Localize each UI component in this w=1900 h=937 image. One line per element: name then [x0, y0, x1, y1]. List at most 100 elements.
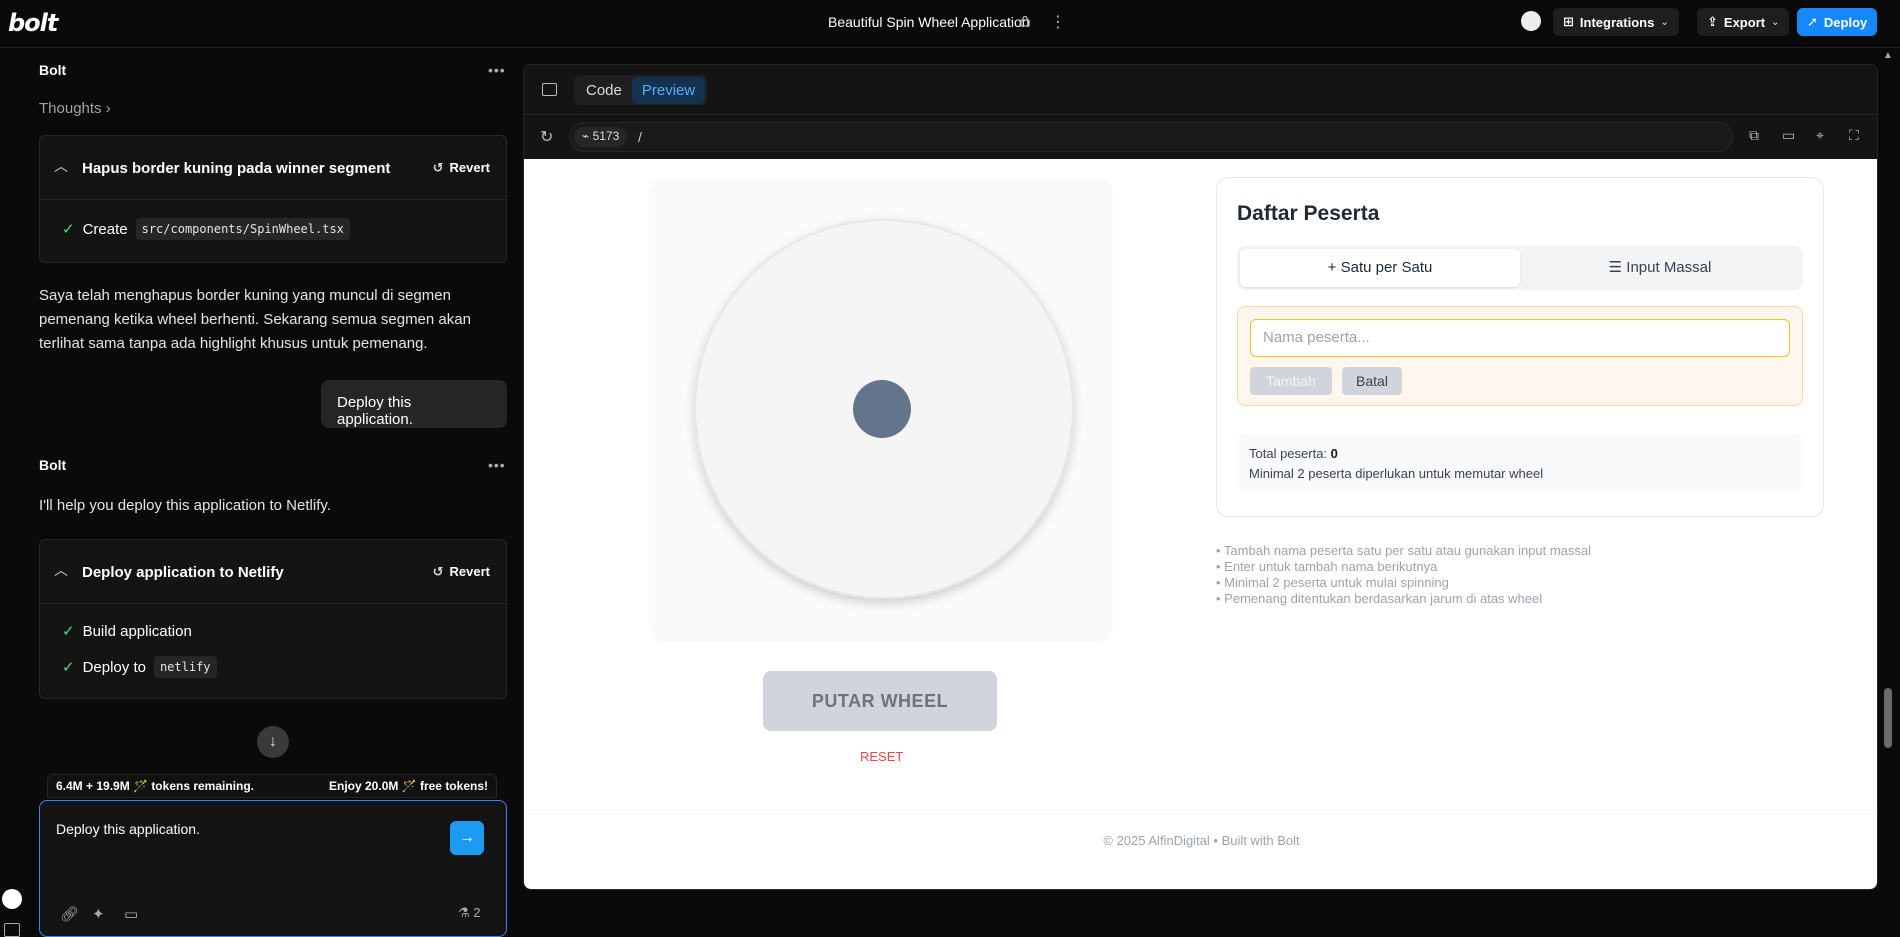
action-card-header[interactable]: ︿ Deploy application to Netlify ↺ Revert — [40, 540, 506, 604]
tip-item: • Tambah nama peserta satu per satu atau… — [1216, 543, 1592, 558]
user-message: Deploy this application. — [321, 380, 507, 428]
revert-button[interactable]: ↺ Revert — [433, 160, 490, 176]
assistant-message: I'll help you deploy this application to… — [39, 497, 331, 514]
action-card: ︿ Hapus border kuning pada winner segmen… — [39, 135, 507, 263]
check-icon: ✓ — [62, 659, 75, 676]
revert-label: Revert — [449, 564, 490, 579]
integrations-label: Integrations — [1579, 14, 1655, 30]
url-field[interactable]: ⌁ 5173 / — [569, 122, 1733, 152]
sidebar-toggle-icon[interactable] — [542, 83, 557, 96]
tab-code[interactable]: Code — [576, 77, 632, 104]
reset-button[interactable]: RESET — [860, 749, 903, 764]
app-viewport: PUTAR WHEEL RESET Daftar Peserta + Satu … — [524, 159, 1877, 889]
view-tabs: Code Preview — [574, 75, 708, 105]
fullscreen-icon[interactable]: ⛶ — [1849, 127, 1865, 143]
free-tokens-link[interactable]: Enjoy 20.0M 🪄 free tokens! — [329, 779, 488, 793]
scroll-down-button[interactable]: ↓ — [257, 726, 289, 758]
footer: © 2025 AlfinDigital • Built with Bolt — [1103, 833, 1300, 848]
scrollbar-thumb[interactable] — [1884, 688, 1892, 748]
deploy-target-chip: netlify — [153, 656, 217, 678]
input-mode-tabs: + Satu per Satu ☰ Input Massal — [1237, 246, 1803, 290]
device-icon[interactable]: ▭ — [1782, 127, 1798, 143]
discuss-icon[interactable]: ▭ — [124, 905, 138, 923]
lock-icon — [1020, 15, 1030, 27]
assistant-message: Saya telah menghapus border kuning yang … — [39, 287, 471, 352]
project-title[interactable]: Beautiful Spin Wheel Application — [828, 14, 1030, 30]
workbench-tabs: Code Preview — [524, 65, 1877, 115]
thoughts-toggle[interactable]: Thoughts › — [39, 100, 111, 117]
step-label: Create — [82, 220, 128, 238]
chat-input-box[interactable]: Deploy this application. → 🔗︎ ✦ ▭ ⚗ 2 — [39, 800, 507, 937]
add-button[interactable]: Tambah — [1250, 367, 1332, 395]
footer-divider — [524, 809, 1877, 810]
chevron-up-icon[interactable]: ︿ — [54, 560, 68, 580]
github-icon[interactable] — [1521, 11, 1541, 31]
assistant-label: Bolt — [39, 457, 67, 473]
deploy-button[interactable]: ➚ Deploy — [1797, 8, 1878, 36]
open-external-icon[interactable]: ⧉ — [1749, 127, 1765, 143]
participant-name-input[interactable]: Nama peserta... — [1250, 319, 1790, 357]
chevron-down-icon: ⌄ — [1771, 16, 1780, 28]
participants-title: Daftar Peserta — [1237, 202, 1380, 225]
history-icon: ↺ — [432, 160, 444, 175]
project-menu-icon[interactable]: ⋮ — [1050, 12, 1066, 32]
scroll-up-arrow-icon[interactable]: ▲ — [1883, 50, 1893, 61]
message-menu-icon[interactable]: ••• — [488, 62, 506, 78]
bolt-logo[interactable]: bolt — [8, 9, 58, 37]
token-banner: 6.4M + 19.9M 🪄 tokens remaining. Enjoy 2… — [47, 774, 497, 798]
preview-address-bar: ↻ ⌁ 5173 / ⧉ ▭ ⌖ ⛶ — [524, 115, 1877, 159]
link-icon[interactable]: 🔗︎ — [60, 905, 79, 923]
action-card-title: Hapus border kuning pada winner segment — [82, 160, 391, 177]
tip-item: • Pemenang ditentukan berdasarkan jarum … — [1216, 591, 1543, 606]
action-card-title: Deploy application to Netlify — [82, 564, 284, 581]
participants-info: Total peserta: 0 Minimal 2 peserta diper… — [1237, 434, 1803, 492]
flask-counter[interactable]: ⚗ 2 — [458, 905, 481, 921]
reload-icon[interactable]: ↻ — [540, 127, 553, 147]
assistant-label: Bolt — [39, 62, 67, 78]
page-scrollbar[interactable]: ▲ — [1881, 48, 1895, 896]
url-path[interactable]: / — [638, 129, 642, 145]
integrations-button[interactable]: ⊞ Integrations ⌄ — [1553, 8, 1679, 36]
tab-preview[interactable]: Preview — [631, 76, 706, 104]
cancel-button[interactable]: Batal — [1342, 367, 1402, 395]
total-value: 0 — [1330, 446, 1338, 461]
wheel-container — [649, 177, 1113, 643]
sparkle-icon[interactable]: ✦ — [92, 905, 105, 923]
file-path-chip[interactable]: src/components/SpinWheel.tsx — [135, 218, 350, 240]
history-icon: ↺ — [432, 564, 444, 579]
revert-button[interactable]: ↺ Revert — [433, 564, 490, 580]
flask-icon: ⚗ — [458, 905, 474, 920]
chat-input[interactable]: Deploy this application. — [56, 821, 200, 837]
avatar[interactable] — [2, 889, 22, 909]
total-label: Total peserta: — [1249, 446, 1328, 461]
port-selector[interactable]: ⌁ 5173 — [574, 127, 628, 147]
participants-card: Daftar Peserta + Satu per Satu ☰ Input M… — [1216, 177, 1824, 517]
tips-list: • Tambah nama peserta satu per satu atau… — [1216, 543, 1591, 607]
tip-item: • Enter untuk tambah nama berikutnya — [1216, 559, 1438, 574]
total-participants: Total peserta: 0 — [1249, 446, 1338, 461]
action-step: ✓ Deploy to netlify — [62, 656, 217, 678]
min-participants-note: Minimal 2 peserta diperlukan untuk memut… — [1249, 466, 1544, 481]
export-button[interactable]: ⇪ Export ⌄ — [1697, 8, 1790, 36]
action-card: ︿ Deploy application to Netlify ↺ Revert … — [39, 539, 507, 699]
tab-single[interactable]: + Satu per Satu — [1240, 249, 1520, 287]
step-label: Build application — [82, 622, 192, 640]
check-icon: ✓ — [62, 221, 75, 238]
inspect-icon[interactable]: ⌖ — [1816, 127, 1832, 143]
sidebar-icon[interactable] — [4, 923, 20, 937]
tab-bulk[interactable]: ☰ Input Massal — [1520, 249, 1800, 287]
chevron-up-icon[interactable]: ︿ — [54, 156, 68, 176]
integrations-icon: ⊞ — [1563, 14, 1574, 29]
deploy-label: Deploy — [1823, 14, 1868, 30]
message-menu-icon[interactable]: ••• — [488, 457, 506, 473]
top-bar: bolt Beautiful Spin Wheel Application ⋮ … — [0, 0, 1900, 48]
revert-label: Revert — [449, 160, 490, 175]
action-card-header[interactable]: ︿ Hapus border kuning pada winner segmen… — [40, 136, 506, 200]
chat-panel: Bolt ••• Thoughts › ︿ Hapus border kunin… — [0, 48, 520, 937]
send-button[interactable]: → — [450, 821, 484, 855]
chevron-down-icon: ⌄ — [1660, 16, 1669, 28]
flask-count: 2 — [473, 905, 481, 920]
export-icon: ⇪ — [1707, 14, 1718, 29]
spin-button[interactable]: PUTAR WHEEL — [763, 671, 997, 731]
tip-item: • Minimal 2 peserta untuk mulai spinning — [1216, 575, 1449, 590]
